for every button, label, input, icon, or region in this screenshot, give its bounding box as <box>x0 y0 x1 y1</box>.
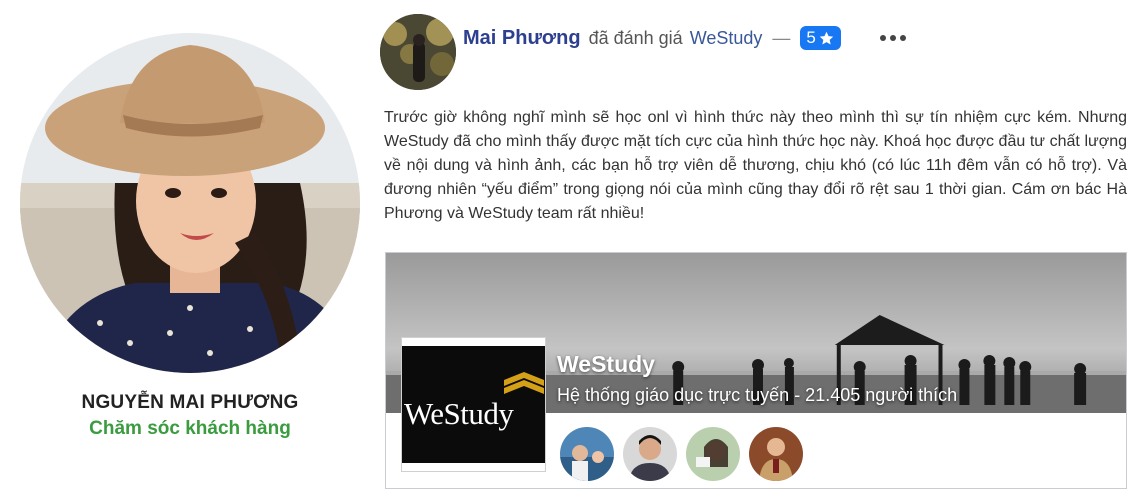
friend-avatar[interactable] <box>749 427 803 481</box>
dot-icon <box>900 35 906 41</box>
page-logo-text: WeStudy <box>404 396 514 431</box>
friend-avatar-image <box>560 427 614 481</box>
friend-avatar-image <box>623 427 677 481</box>
friend-avatar-image <box>749 427 803 481</box>
dot-icon <box>890 35 896 41</box>
page-subtitle: Hệ thống giáo dục trực tuyến - 21.405 ng… <box>557 385 958 405</box>
page-name-link[interactable]: WeStudy <box>690 28 763 49</box>
page-card[interactable]: WeStudy WeStudy Hệ thống giáo dục trực t… <box>385 252 1127 489</box>
rating-badge: 5 <box>800 26 841 50</box>
rating-value: 5 <box>806 28 816 47</box>
profile-photo-image <box>20 33 360 373</box>
reviewer-avatar[interactable] <box>380 14 456 90</box>
page-logo-inner: WeStudy <box>402 346 545 463</box>
review-verb: đã đánh giá <box>588 27 683 48</box>
profile-name: NGUYỄN MAI PHƯƠNG <box>81 392 299 413</box>
review-header: Mai Phương đã đánh giá WeStudy — 5 <box>463 24 841 52</box>
reviewer-name-link[interactable]: Mai Phương <box>463 27 581 50</box>
page-logo[interactable]: WeStudy <box>401 337 546 472</box>
friend-avatars <box>560 427 803 481</box>
profile-photo <box>20 33 360 373</box>
more-options-button[interactable] <box>876 25 910 51</box>
profile-role: Chăm sóc khách hàng <box>89 418 291 439</box>
page-title-link[interactable]: WeStudy <box>557 351 655 378</box>
friend-avatar[interactable] <box>560 427 614 481</box>
star-icon <box>819 31 834 45</box>
review-text: Trước giờ không nghĩ mình sẽ học onl vì … <box>384 109 1127 222</box>
reviewer-avatar-image <box>380 14 456 90</box>
friend-avatar[interactable] <box>623 427 677 481</box>
dot-icon <box>880 35 886 41</box>
friend-avatar-image <box>686 427 740 481</box>
separator-dash: — <box>772 27 791 48</box>
friend-avatar[interactable] <box>686 427 740 481</box>
